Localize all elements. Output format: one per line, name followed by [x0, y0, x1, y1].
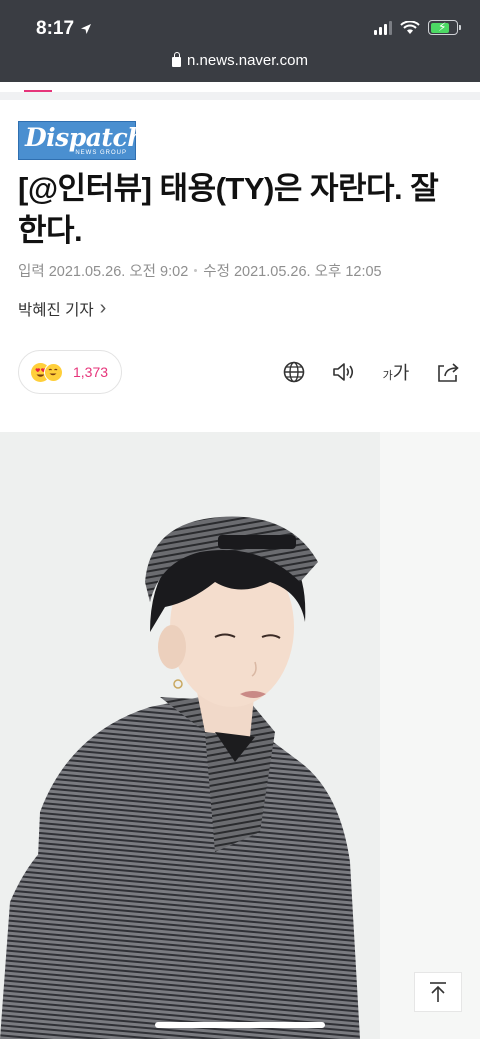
chevron-right-icon: ›: [99, 296, 107, 319]
battery-icon: ⚡: [428, 20, 461, 35]
article-dates: 입력 2021.05.26. 오전 9:02 수정 2021.05.26. 오후…: [18, 260, 382, 281]
article-title: [@인터뷰] 태용(TY)은 자란다. 잘한다.: [18, 171, 439, 248]
translate-button[interactable]: [280, 358, 308, 386]
article-toolbar: 가가: [0, 358, 480, 386]
font-size-button[interactable]: 가가: [380, 358, 412, 386]
globe-icon: [283, 361, 305, 383]
share-icon: [438, 363, 459, 382]
address-bar[interactable]: n.news.naver.com: [0, 52, 480, 69]
read-aloud-button[interactable]: [330, 358, 358, 386]
photo-illustration: [0, 432, 480, 1039]
logo-subtext: NEWS GROUP: [75, 150, 127, 156]
lock-icon: [172, 52, 182, 67]
scroll-to-top-button[interactable]: [414, 972, 462, 1012]
share-button[interactable]: [434, 358, 462, 386]
tab-strip: [0, 82, 480, 92]
published-date: 입력 2021.05.26. 오전 9:02: [18, 264, 189, 280]
logo-text: Dispatch: [25, 123, 145, 152]
speaker-icon: [333, 363, 354, 381]
wifi-icon: [400, 20, 420, 34]
clock-time: 8:17: [36, 18, 75, 39]
clock: 8:17: [36, 18, 92, 40]
press-logo[interactable]: Dispatch NEWS GROUP: [18, 121, 145, 160]
signal-icon: [374, 20, 392, 35]
url-text: n.news.naver.com: [187, 52, 308, 69]
status-bar: 8:17 ⚡ n.news.naver.com: [0, 0, 480, 82]
font-size-icon: 가가: [382, 363, 410, 383]
reporter-link[interactable]: 박혜진 기자 ›: [18, 296, 107, 320]
home-indicator[interactable]: [155, 1022, 325, 1028]
scroll-top-icon: [430, 982, 446, 1002]
reporter-name: 박혜진 기자: [18, 302, 94, 319]
section-divider: [0, 92, 480, 100]
article-photo: [0, 432, 480, 1039]
meta-separator: [194, 269, 198, 272]
status-icons: ⚡: [374, 20, 461, 35]
modified-date: 수정 2021.05.26. 오후 12:05: [203, 264, 382, 280]
location-arrow-icon: [81, 24, 92, 34]
